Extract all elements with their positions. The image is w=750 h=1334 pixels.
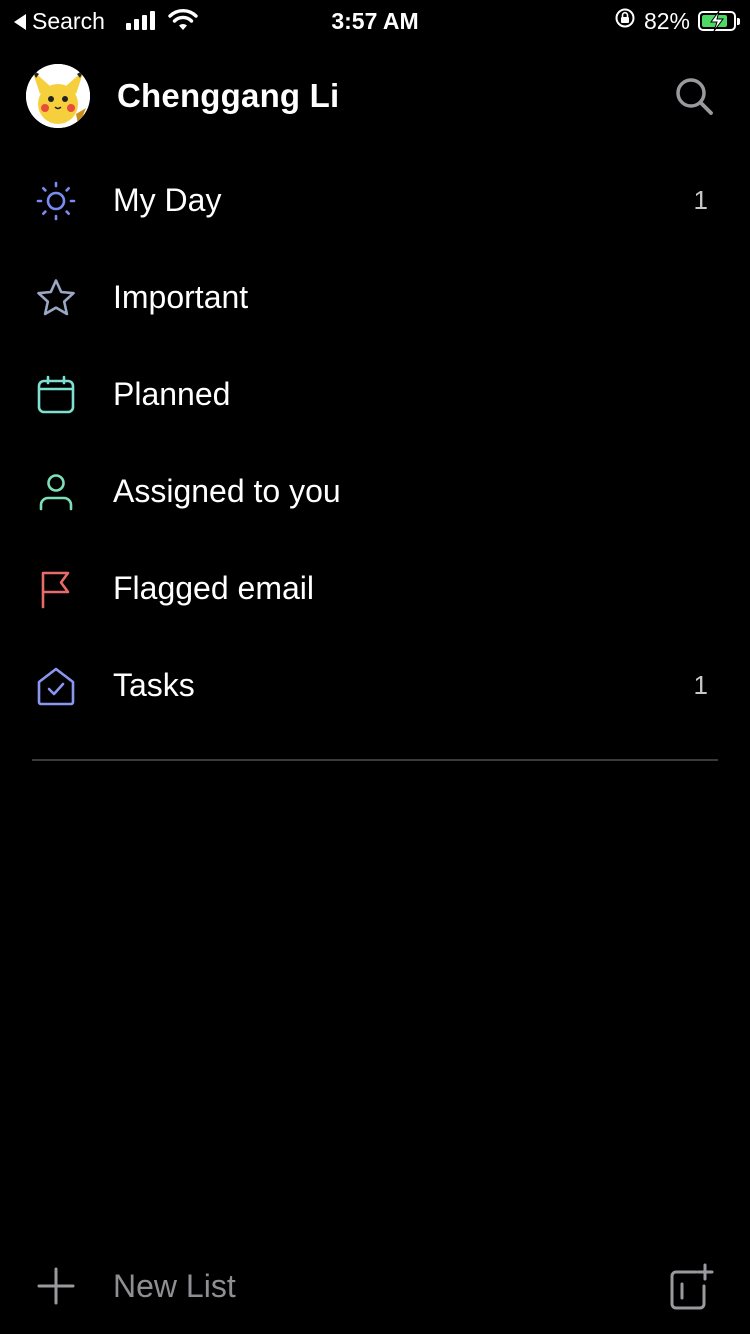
list-item-count: 1: [693, 185, 708, 215]
new-group-icon: [670, 1263, 714, 1310]
list-item-label: Flagged email: [113, 570, 314, 606]
home-check-icon: [34, 664, 78, 708]
user-name[interactable]: Chenggang Li: [117, 77, 339, 115]
list-item-label: Tasks: [113, 667, 195, 703]
battery-percent: 82%: [643, 7, 690, 34]
smart-lists: My Day 1 Important Planned Assigned to y…: [0, 152, 750, 734]
search-button[interactable]: [672, 74, 718, 120]
list-item-count: 1: [693, 670, 708, 700]
list-item-tasks[interactable]: Tasks 1: [0, 637, 750, 734]
search-icon: [676, 78, 713, 115]
new-list-label: New List: [113, 1267, 236, 1304]
list-item-assigned-to-you[interactable]: Assigned to you: [0, 443, 750, 540]
list-item-label: My Day: [113, 182, 222, 218]
sun-icon: [34, 179, 78, 223]
footer-bar: New List: [0, 1250, 750, 1322]
list-item-label: Important: [113, 279, 249, 315]
list-item-important[interactable]: Important: [0, 249, 750, 346]
status-bar: Search 3:57 AM 82%: [0, 0, 750, 40]
list-item-label: Planned: [113, 376, 231, 412]
flag-icon: [34, 567, 78, 611]
plus-icon: [37, 1267, 75, 1305]
list-item-planned[interactable]: Planned: [0, 346, 750, 443]
list-item-flagged-email[interactable]: Flagged email: [0, 540, 750, 637]
list-item-label: Assigned to you: [113, 473, 341, 509]
battery-icon: [698, 11, 740, 31]
new-list-button[interactable]: New List: [34, 1250, 236, 1322]
person-icon: [34, 470, 78, 514]
pikachu-avatar-icon: [26, 64, 90, 128]
rotation-lock-icon: [614, 7, 636, 35]
list-item-my-day[interactable]: My Day 1: [0, 152, 750, 249]
account-header: Chenggang Li: [0, 60, 750, 132]
avatar[interactable]: [26, 64, 90, 128]
new-group-button[interactable]: [666, 1262, 716, 1312]
star-icon: [34, 276, 78, 320]
list-divider: [32, 759, 718, 761]
calendar-icon: [34, 373, 78, 417]
